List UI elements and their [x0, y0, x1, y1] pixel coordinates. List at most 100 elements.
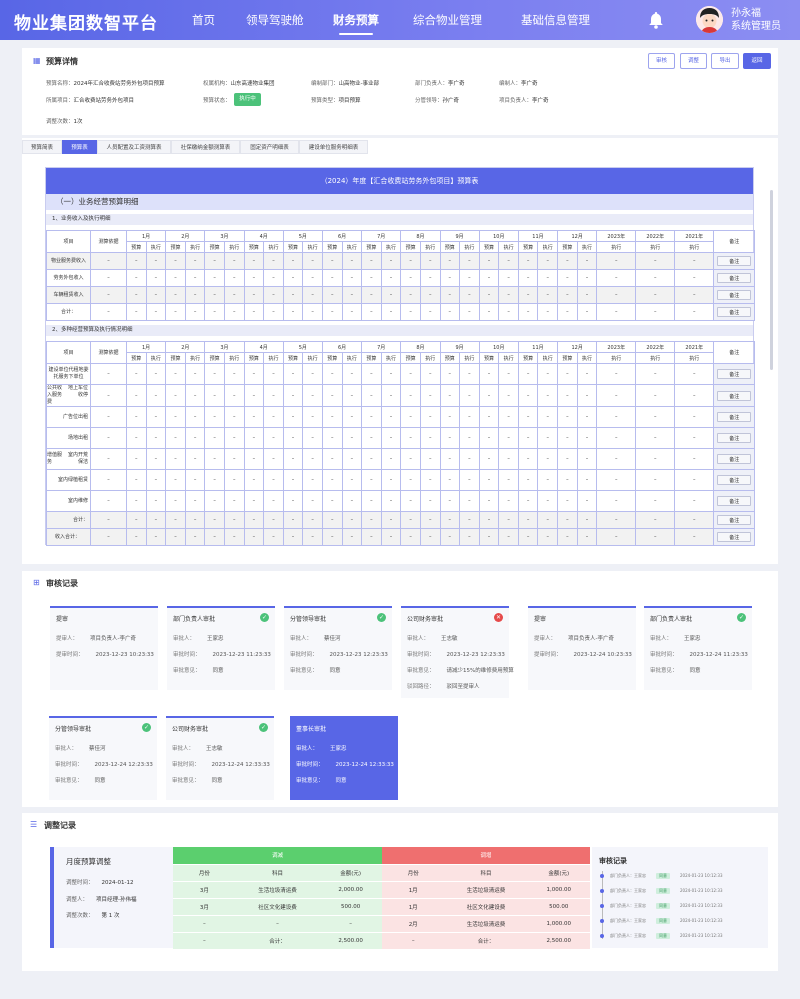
month-header: 4月 — [243, 341, 284, 353]
value-cell: – — [537, 427, 559, 449]
audit-card-row: 审批时间： 2023-12-24 12:23:33 — [55, 760, 153, 768]
audit-card[interactable]: 公司财务审批 ✓ 审批人： 王志敏 审批时间： 2023-12-24 12:33:33 审批… — [166, 716, 274, 800]
value-cell: – — [400, 406, 421, 428]
timeline-date: 2024-01-23 10:12:33 — [680, 918, 723, 923]
audit-card[interactable]: 分管领导审批 ✓ 审批人： 蔡佳河 审批时间： 2023-12-24 12:23:33 审批… — [49, 716, 157, 800]
tab-staffing[interactable]: 人员配置及工资测算表 — [97, 140, 171, 154]
value-cell: – — [126, 511, 147, 529]
audit-card[interactable]: 公司财务审批 ✕ 审批人： 王志敏 审批时间： 2023-12-23 12:23:33 审批… — [401, 606, 514, 698]
value-cell: – — [223, 303, 245, 321]
audit-card-row: 驳回路径： 驳回至提审人 — [407, 682, 480, 690]
value-cell: – — [204, 269, 225, 287]
value-cell: – — [537, 469, 559, 491]
value-cell: – — [204, 511, 225, 529]
note-button[interactable]: 备注 — [717, 496, 752, 506]
audit-card-row: 审批人： 王家忠 — [173, 634, 224, 642]
note-cell: 备注 — [713, 363, 756, 385]
timeline-person: 王家忠 — [634, 873, 646, 878]
audit-card-row: 审批意见： 同意 — [650, 666, 701, 674]
audit-card[interactable]: 部门负责人审批 ✓ 审批人： 王家忠 审批时间： 2023-12-24 11:23:33 审… — [644, 606, 752, 690]
user-info: 孙永福 系统管理员 — [731, 7, 781, 33]
bell-icon[interactable] — [648, 11, 664, 29]
note-button[interactable]: 备注 — [717, 290, 752, 300]
note-button[interactable]: 备注 — [717, 256, 752, 266]
audit-card[interactable]: 董事长审批 审批人： 王家忠 审批时间： 2023-12-24 12:33:33 审批意见… — [290, 716, 398, 800]
audit-card-row: 审批时间： 2023-12-24 12:33:33 — [172, 760, 270, 768]
value-cell: – — [165, 511, 186, 529]
exec-header: 执行 — [674, 241, 715, 253]
avatar[interactable] — [696, 6, 723, 33]
tab-social-insurance[interactable]: 社保缴纳金额测算表 — [171, 140, 240, 154]
exec-header: 执行 — [635, 241, 676, 253]
value-cell: – — [302, 511, 323, 529]
adjust-head-title: 调减 — [173, 847, 382, 865]
nav-leader-cockpit[interactable]: 领导驾驶舱 — [246, 12, 304, 28]
value-cell: – — [341, 448, 363, 470]
basis-cell: – — [90, 406, 127, 428]
timeline-status: 同意 — [656, 873, 670, 879]
note-button[interactable]: 备注 — [717, 369, 752, 379]
value-cell: – — [321, 252, 343, 270]
revenue-table: 项目 测算依据 1月 2月 3月 4月 5月 6月 7月 8月 9月 10月 11月 12月 2023年 20… — [46, 230, 756, 321]
adjust-time: 调整时间： 2024-01-12 — [66, 880, 134, 886]
nav-basic-info[interactable]: 基础信息管理 — [521, 12, 590, 28]
row-label: 室内绿植租赁 — [46, 469, 91, 491]
value-cell: – — [478, 286, 500, 304]
value-cell: – — [204, 469, 225, 491]
note-button[interactable]: 备注 — [717, 515, 752, 525]
back-button[interactable]: 返回 — [743, 53, 771, 69]
audit-button[interactable]: 审核 — [648, 53, 675, 69]
timeline-item: 部门负责人：王家忠 同意 2024-01-23 10:12:33 — [600, 903, 722, 909]
audit-row-label: 提审时间： — [534, 652, 562, 658]
value-cell: – — [204, 406, 225, 428]
timeline-dot-icon — [600, 874, 604, 878]
audit-row-label: 提审人： — [534, 636, 557, 642]
value-cell: – — [184, 384, 206, 407]
audit-card[interactable]: 提审 提审人： 项目负责人-李广奇 提审时间： 2023-12-24 10:23:33 — [528, 606, 636, 690]
note-button[interactable]: 备注 — [717, 390, 752, 401]
value-cell: – — [537, 490, 559, 512]
tab-client-services[interactable]: 建设单位服务明细表 — [299, 140, 368, 154]
audit-card[interactable]: 分管领导审批 ✓ 审批人： 蔡佳河 审批时间： 2023-12-23 12:23:33 审批… — [284, 606, 392, 690]
tab-budget-table[interactable]: 预算表 — [62, 140, 97, 154]
note-button[interactable]: 备注 — [717, 433, 752, 443]
value-cell: – — [145, 286, 167, 304]
adjust-col-header: 金额(元) — [319, 864, 382, 882]
value-cell: – — [184, 469, 206, 491]
adjust-cell: – — [235, 915, 320, 933]
nav-home[interactable]: 首页 — [192, 12, 215, 28]
value-cell: – — [361, 490, 382, 512]
tab-fixed-assets[interactable]: 固定资产明细表 — [240, 140, 299, 154]
value-cell: – — [243, 384, 265, 407]
value-cell: – — [263, 286, 284, 304]
exec-header: 执行 — [380, 241, 402, 253]
audit-row-value: 2023-12-23 12:23:33 — [329, 652, 388, 658]
reject-icon: ✕ — [494, 613, 503, 622]
adjust-cell: 社区文化建设费 — [235, 898, 320, 916]
note-button[interactable]: 备注 — [717, 532, 752, 542]
sheet-scrollbar[interactable] — [770, 190, 773, 370]
timeline-status: 同意 — [656, 918, 670, 924]
value-cell: – — [243, 303, 265, 321]
nav-property-management[interactable]: 综合物业管理 — [413, 12, 482, 28]
nav-finance-budget[interactable]: 财务预算 — [333, 12, 379, 35]
audit-card[interactable]: 提审 提审人： 项目负责人-李广奇 提审时间： 2023-12-23 10:23:33 — [50, 606, 158, 690]
value-cell: – — [478, 511, 500, 529]
note-button[interactable]: 备注 — [717, 475, 752, 485]
value-cell: – — [145, 269, 167, 287]
audit-row-label: 审批意见： — [290, 668, 318, 674]
value-cell: – — [400, 269, 421, 287]
value-cell: – — [459, 303, 480, 321]
note-button[interactable]: 备注 — [717, 307, 752, 317]
note-button[interactable]: 备注 — [717, 454, 752, 464]
note-button[interactable]: 备注 — [717, 412, 752, 422]
audit-card[interactable]: 部门负责人审批 ✓ 审批人： 王家忠 审批时间： 2023-12-23 11:23:33 审… — [167, 606, 275, 690]
note-button[interactable]: 备注 — [717, 273, 752, 283]
value-cell: – — [419, 490, 441, 512]
value-cell: – — [165, 448, 186, 470]
value-cell: – — [596, 363, 637, 385]
adjust-button[interactable]: 调整 — [680, 53, 707, 69]
value-cell: – — [635, 448, 676, 470]
export-button[interactable]: 导出 — [711, 53, 739, 69]
tab-budget-summary[interactable]: 预算简表 — [22, 140, 62, 154]
